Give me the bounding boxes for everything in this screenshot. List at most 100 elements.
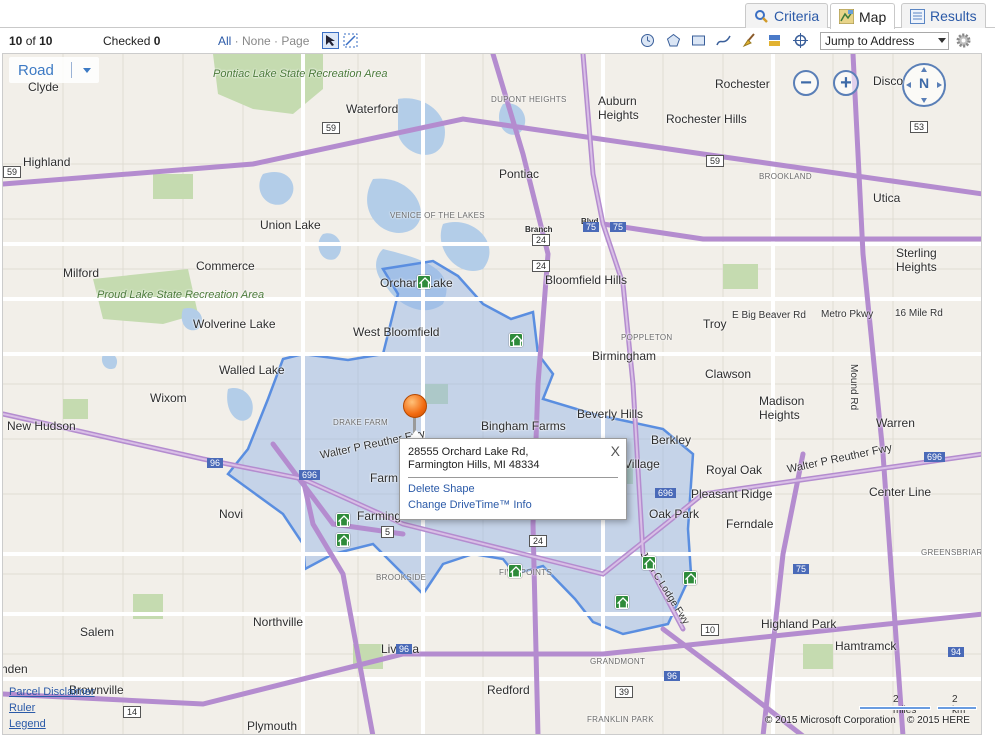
compass-control[interactable]: N <box>902 63 946 107</box>
result-count: 10 of 10 <box>9 34 52 48</box>
place-label: Northville <box>253 615 304 629</box>
divider <box>71 62 72 78</box>
park-label: Proud Lake State Recreation Area <box>97 289 265 301</box>
highway-shield: 94 <box>948 647 965 657</box>
chevron-down-icon <box>83 68 91 73</box>
highway-shield: 696 <box>924 452 946 462</box>
zoom-in-button[interactable]: + <box>833 70 859 96</box>
jump-value: Jump to Address <box>825 34 915 48</box>
drivetime-tool[interactable] <box>639 32 656 49</box>
place-label: Wixom <box>150 391 187 405</box>
listing-marker[interactable] <box>509 333 523 347</box>
highway-shield: 75 <box>610 222 627 232</box>
place-label: Farm <box>370 471 398 485</box>
tab-results[interactable]: Results <box>901 3 986 28</box>
highway-shield: 24 <box>532 260 551 272</box>
freehand-tool[interactable] <box>715 32 732 49</box>
scale-km-label: 2 km <box>952 694 966 716</box>
polygon-tool[interactable] <box>665 32 682 49</box>
view-tabs: Criteria Map Results <box>0 0 995 29</box>
crosshair-icon <box>793 33 808 48</box>
place-label: Walled Lake <box>219 363 285 377</box>
place-label: Bingham Farms <box>481 419 566 433</box>
highway-shield: 39 <box>615 686 634 698</box>
ruler-link[interactable]: Ruler <box>9 700 95 716</box>
clear-shapes-tool[interactable] <box>741 32 758 49</box>
place-label: Rochester Hills <box>666 112 747 126</box>
place-label: Farming <box>357 509 402 523</box>
house-icon <box>419 277 431 289</box>
copyright-microsoft: © 2015 Microsoft Corporation <box>765 715 896 726</box>
tab-map[interactable]: Map <box>830 3 896 29</box>
freehand-icon <box>716 35 731 46</box>
highway-shield: 53 <box>910 121 929 133</box>
listing-marker[interactable] <box>508 564 522 578</box>
listing-marker[interactable] <box>417 275 431 289</box>
place-label: Beverly Hills <box>577 407 644 421</box>
place-label: Bloomfield Hills <box>545 273 628 287</box>
place-label: Troy <box>703 317 727 331</box>
parcel-disclaimer-link[interactable]: Parcel Disclaimer <box>9 684 95 700</box>
place-label: Warren <box>876 416 915 430</box>
listing-marker[interactable] <box>683 571 697 585</box>
place-label: Berkley <box>651 433 692 447</box>
tab-label: Results <box>930 8 977 24</box>
polygon-icon <box>666 33 681 47</box>
place-label: Sterling Heights <box>896 246 937 274</box>
rectangle-icon <box>692 35 705 46</box>
gear-icon <box>956 33 971 48</box>
select-pointer-tool[interactable] <box>322 32 339 49</box>
map-style-label: Road <box>18 61 54 79</box>
layers-icon <box>769 35 780 46</box>
delete-shape-link[interactable]: Delete Shape <box>408 481 618 497</box>
settings-button[interactable] <box>955 32 972 49</box>
highway-shield: 59 <box>3 166 22 178</box>
jump-to-address-select[interactable]: Jump to Address <box>820 32 949 50</box>
legend-link[interactable]: Legend <box>9 716 95 732</box>
place-label: nden <box>2 662 28 676</box>
rectangle-tool[interactable] <box>690 32 707 49</box>
place-label: Pontiac <box>499 167 540 181</box>
listing-marker[interactable] <box>615 595 629 609</box>
tab-label: Criteria <box>774 8 820 24</box>
layers-tool[interactable] <box>766 32 783 49</box>
highway-shield: 24 <box>529 535 548 547</box>
place-label: Birmingham <box>592 349 657 363</box>
highway-shield: 75 <box>793 564 810 574</box>
change-drivetime-link[interactable]: Change DriveTime™ Info <box>408 497 618 513</box>
place-label: Commerce <box>196 259 255 273</box>
lasso-select-tool[interactable] <box>342 32 359 49</box>
select-page-link[interactable]: Page <box>281 34 309 48</box>
district-label: GREENSBRIAR <box>921 548 982 557</box>
listing-marker[interactable] <box>642 556 656 570</box>
place-label: Hamtramck <box>835 639 897 653</box>
highway-shield: 59 <box>706 155 725 167</box>
address-line-2: Farmington Hills, MI 48334 <box>408 459 540 471</box>
close-popup-button[interactable]: X <box>611 443 620 459</box>
center-map-tool[interactable] <box>792 32 809 49</box>
tab-criteria[interactable]: Criteria <box>745 3 829 28</box>
zoom-out-button[interactable]: − <box>793 70 819 96</box>
checked-value: 0 <box>153 34 161 48</box>
place-label: Pleasant Ridge <box>691 487 773 501</box>
house-icon <box>617 597 629 609</box>
clock-icon <box>641 34 654 47</box>
highway-shield: 96 <box>207 458 224 468</box>
map-canvas[interactable]: Road − + N Clyde Waterford Rochester Dis… <box>2 53 982 735</box>
count-total: 10 <box>39 34 53 48</box>
house-icon <box>511 335 523 347</box>
listing-marker[interactable] <box>336 533 350 547</box>
listing-marker[interactable] <box>336 513 350 527</box>
broom-icon <box>742 33 755 48</box>
place-label: Madison Heights <box>759 394 805 422</box>
location-pin-icon[interactable] <box>403 394 427 418</box>
select-all-link[interactable]: All <box>218 34 231 48</box>
checked-label: Checked <box>103 34 151 48</box>
district-label: VENICE OF THE LAKES <box>390 211 485 220</box>
house-icon <box>338 535 350 547</box>
highway-shield: 96 <box>664 671 681 681</box>
select-none-link[interactable]: None <box>242 34 271 48</box>
scale-miles-label: 2 miles <box>893 694 917 716</box>
road-label: Mound Rd <box>848 364 859 411</box>
checked-count: Checked 0 <box>103 34 160 48</box>
